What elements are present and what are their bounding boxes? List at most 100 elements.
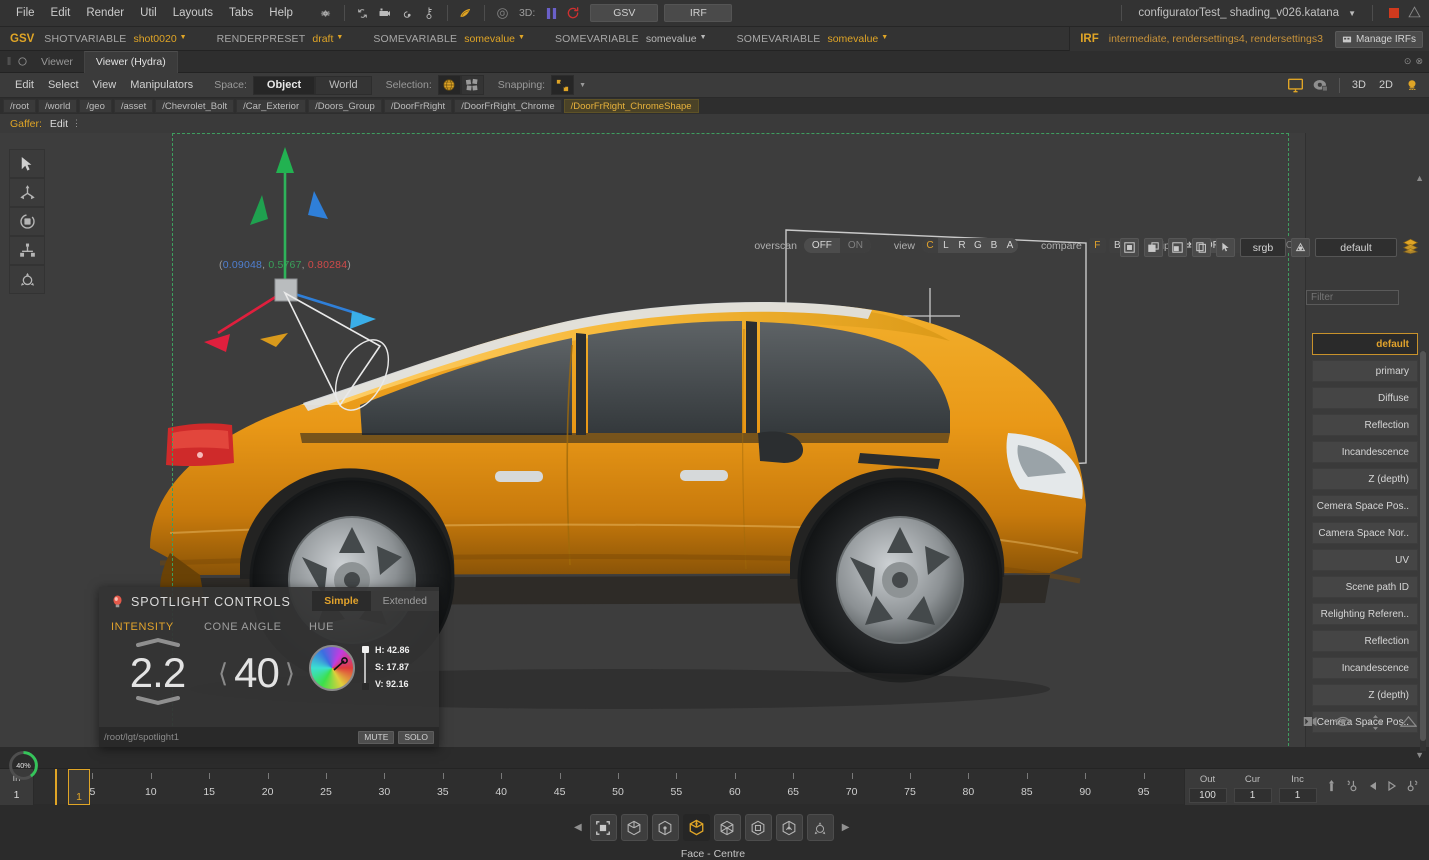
aov-item-scene-path-id[interactable]: Scene path ID — [1312, 576, 1418, 598]
layers-icon[interactable] — [1402, 238, 1419, 257]
view-mode-2d[interactable]: 2D — [1374, 79, 1398, 91]
pause-icon[interactable] — [540, 3, 562, 23]
gsv-value[interactable]: somevalue — [827, 33, 878, 45]
overscan-on-option[interactable]: ON — [839, 238, 871, 253]
aov-item-uv[interactable]: UV — [1312, 549, 1418, 571]
translate-tool-icon[interactable] — [9, 178, 45, 207]
step-forward-icon[interactable] — [1387, 780, 1397, 794]
aov-item-diffuse[interactable]: Diffuse — [1312, 387, 1418, 409]
tab-viewer[interactable]: Viewer — [30, 51, 84, 73]
aov-item-reflection-2[interactable]: Reflection — [1312, 630, 1418, 652]
gold-render-icon[interactable] — [455, 3, 477, 23]
snapping-dropdown-icon[interactable]: ▼ — [579, 82, 586, 89]
gsv-value[interactable]: somevalue — [464, 33, 515, 45]
aov-item-relighting-reference[interactable]: Relighting Referen.. — [1312, 603, 1418, 625]
display-single-icon[interactable] — [1120, 238, 1139, 257]
space-world-button[interactable]: World — [315, 75, 372, 95]
aov-item-z-depth-2[interactable]: Z (depth) — [1312, 684, 1418, 706]
breadcrumb-root[interactable]: /root — [3, 99, 37, 113]
aov-item-incandescence-2[interactable]: Incandescence — [1312, 657, 1418, 679]
aov-item-primary[interactable]: primary — [1312, 360, 1418, 382]
key-icon[interactable] — [418, 3, 440, 23]
channel-a[interactable]: A — [1001, 238, 1018, 253]
chevron-down-icon[interactable]: ▼ — [336, 34, 343, 41]
overscan-toggle[interactable]: OFF ON — [803, 238, 871, 253]
pan-move-icon[interactable] — [1368, 715, 1383, 733]
eye-visibility-icon[interactable] — [1335, 715, 1351, 733]
channel-g[interactable]: G — [969, 238, 986, 253]
selection-faces-icon[interactable] — [460, 75, 484, 95]
cube-all-faces-icon[interactable] — [713, 814, 741, 841]
chevron-down-icon[interactable]: ▼ — [518, 34, 525, 41]
gsv-value[interactable]: draft — [312, 33, 333, 45]
space-object-button[interactable]: Object — [252, 75, 316, 95]
snap-prev-icon[interactable]: ◀ — [570, 822, 586, 833]
at-icon[interactable] — [492, 3, 514, 23]
selection-globe-icon[interactable] — [437, 75, 461, 95]
chevron-down-icon[interactable]: ▼ — [881, 34, 888, 41]
display-overlay-icon[interactable] — [1144, 238, 1163, 257]
menu-render[interactable]: Render — [78, 3, 132, 23]
rotate-tool-icon[interactable] — [9, 207, 45, 236]
viewer-menu-manipulators[interactable]: Manipulators — [123, 76, 200, 94]
channel-r[interactable]: R — [953, 238, 970, 253]
key-next-icon[interactable] — [1406, 779, 1419, 795]
gsv-value[interactable]: shot0020 — [133, 33, 176, 45]
aov-item-reflection[interactable]: Reflection — [1312, 414, 1418, 436]
aov-scroll-up-icon[interactable]: ▲ — [1415, 173, 1424, 183]
preset-dropdown[interactable]: default — [1315, 238, 1397, 257]
cube-object-icon[interactable] — [744, 814, 772, 841]
ghost-icon[interactable] — [1310, 75, 1332, 95]
compare-front-option[interactable]: F — [1088, 238, 1106, 253]
aov-filter-input[interactable] — [1306, 290, 1399, 305]
gsv-value[interactable]: somevalue — [646, 33, 697, 45]
display-copy-icon[interactable] — [1192, 238, 1211, 257]
scale-tool-icon[interactable] — [9, 236, 45, 265]
aov-item-z-depth[interactable]: Z (depth) — [1312, 468, 1418, 490]
ground-plane-icon[interactable] — [1399, 715, 1418, 733]
cube-pivot-icon[interactable] — [775, 814, 803, 841]
aov-item-camera-space-normal[interactable]: Camera Space Nor.. — [1312, 522, 1418, 544]
stop-render-icon[interactable] — [1389, 8, 1399, 18]
gear-icon[interactable] — [315, 3, 337, 23]
breadcrumb-world[interactable]: /world — [38, 99, 78, 113]
bounding-box-icon[interactable] — [589, 814, 617, 841]
gaffer-edit-button[interactable]: Edit — [50, 118, 68, 130]
viewer-menu-view[interactable]: View — [86, 76, 124, 94]
menu-help[interactable]: Help — [261, 3, 301, 23]
step-back-icon[interactable] — [1368, 781, 1378, 794]
aov-scrollbar-thumb[interactable] — [1420, 351, 1426, 741]
breadcrumb-doorfrright[interactable]: /DoorFrRight — [383, 99, 453, 113]
aov-item-default[interactable]: default — [1312, 333, 1418, 355]
cube-axis-icon[interactable] — [806, 814, 834, 841]
view-channel-selector[interactable]: C L R G B A — [921, 238, 1018, 253]
view-mode-3d[interactable]: 3D — [1347, 79, 1371, 91]
channel-b[interactable]: B — [985, 238, 1002, 253]
breadcrumb-doors-group[interactable]: /Doors_Group — [308, 99, 382, 113]
cone-angle-increase-icon[interactable]: ⟩ — [285, 658, 295, 689]
breadcrumb-asset[interactable]: /asset — [113, 99, 154, 113]
breadcrumb-doorfrright-chromeshape[interactable]: /DoorFrRight_ChromeShape — [563, 99, 699, 113]
timeline-playhead[interactable] — [54, 769, 57, 805]
viewer-menu-select[interactable]: Select — [41, 76, 86, 94]
cursor-pick-icon[interactable] — [1216, 238, 1235, 257]
recycle-icon[interactable] — [352, 3, 374, 23]
gsv-group-somevariable-3[interactable]: SOMEVARIABLE somevalue ▼ — [737, 33, 889, 45]
spotlight-controls-panel[interactable]: SPOTLIGHT CONTROLS Simple Extended INTEN… — [99, 587, 439, 747]
breadcrumb-car-exterior[interactable]: /Car_Exterior — [236, 99, 307, 113]
breadcrumb-geo[interactable]: /geo — [79, 99, 112, 113]
irf-toggle-button[interactable]: IRF — [664, 4, 733, 22]
aov-item-incandescence[interactable]: Incandescence — [1312, 441, 1418, 463]
cube-edge-icon[interactable] — [651, 814, 679, 841]
timeline-inc-value[interactable]: 1 — [1278, 787, 1317, 803]
colorspace-dropdown[interactable]: srgb — [1240, 238, 1286, 257]
aov-scroll-down-icon[interactable]: ▼ — [1415, 750, 1424, 760]
manage-irfs-button[interactable]: Manage IRFs — [1334, 30, 1423, 48]
monitor-icon[interactable] — [1285, 75, 1307, 95]
cube-vertex-icon[interactable] — [620, 814, 648, 841]
value-slider[interactable] — [361, 645, 369, 690]
viewer-menu-edit[interactable]: Edit — [8, 76, 41, 94]
timeline-out-value[interactable]: 100 — [1188, 787, 1227, 803]
gsv-toggle-button[interactable]: GSV — [590, 4, 659, 22]
breadcrumb-doorfrright-chrome[interactable]: /DoorFrRight_Chrome — [454, 99, 562, 113]
